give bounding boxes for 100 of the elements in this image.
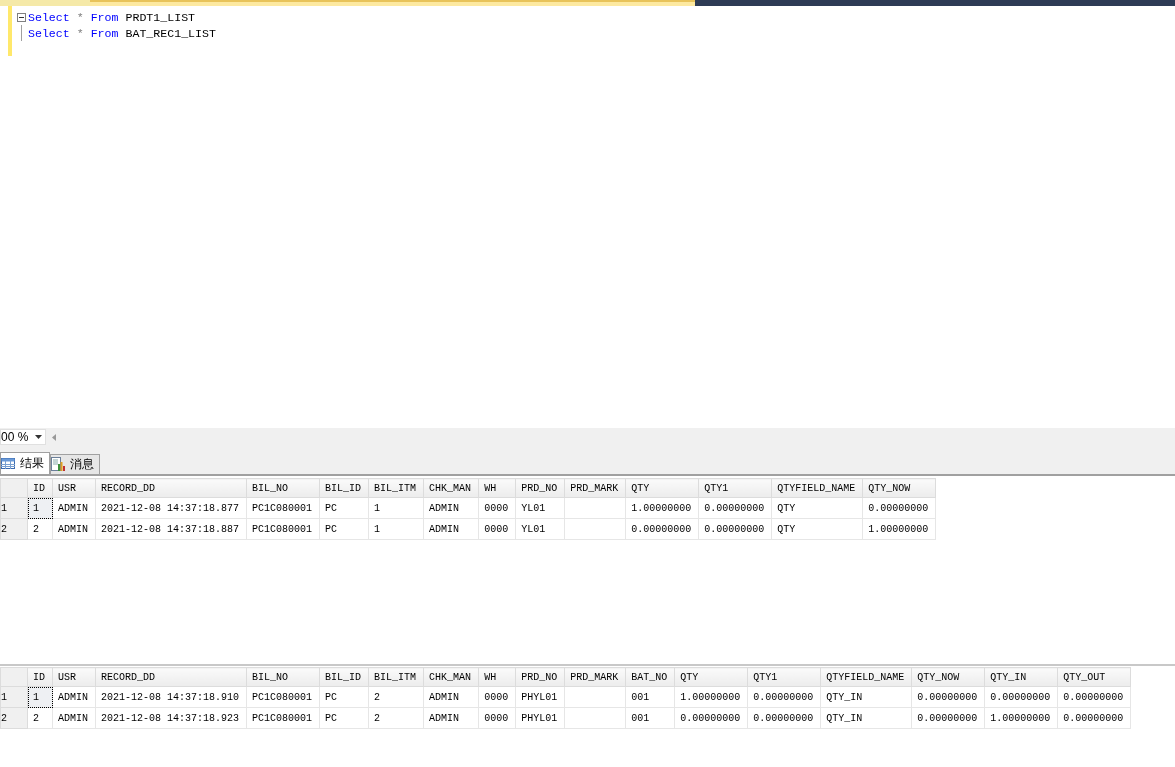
table-cell: 1.00000000 xyxy=(984,707,1058,729)
table-cell: QTY_IN xyxy=(820,707,912,729)
table-cell: QTY xyxy=(771,497,863,519)
column-header[interactable]: QTY_IN xyxy=(984,667,1058,687)
row-header[interactable]: 2 xyxy=(0,518,28,540)
table-cell: 0000 xyxy=(478,497,516,519)
column-header[interactable]: PRD_NO xyxy=(515,667,565,687)
column-header[interactable]: WH xyxy=(478,478,516,498)
table-cell: 0.00000000 xyxy=(674,707,748,729)
column-header[interactable]: PRD_MARK xyxy=(564,478,626,498)
column-header[interactable]: BAT_NO xyxy=(625,667,675,687)
table-cell: 0.00000000 xyxy=(862,497,936,519)
row-header[interactable]: 2 xyxy=(0,707,28,729)
column-header[interactable]: QTY1 xyxy=(747,667,821,687)
table-cell: QTY xyxy=(771,518,863,540)
results-tab[interactable]: 结果 xyxy=(0,452,50,474)
column-header[interactable]: QTY_OUT xyxy=(1057,667,1131,687)
table-cell: 2021-12-08 14:37:18.910 xyxy=(95,686,247,708)
zoom-dropdown[interactable]: 00 % xyxy=(0,429,46,445)
table-cell: 0.00000000 xyxy=(984,686,1058,708)
document-icon xyxy=(51,457,65,472)
table-cell: 2 xyxy=(368,686,424,708)
table-cell: 2021-12-08 14:37:18.923 xyxy=(95,707,247,729)
row-header[interactable]: 1 xyxy=(0,497,28,519)
table-cell: 2021-12-08 14:37:18.877 xyxy=(95,497,247,519)
column-header[interactable]: QTY1 xyxy=(698,478,772,498)
results-tab[interactable]: 消息 xyxy=(50,454,100,474)
table-cell: PC1C080001 xyxy=(246,686,320,708)
column-header[interactable]: QTYFIELD_NAME xyxy=(771,478,863,498)
column-header[interactable]: QTY_NOW xyxy=(862,478,936,498)
table-cell: 2021-12-08 14:37:18.887 xyxy=(95,518,247,540)
table-cell: 0000 xyxy=(478,707,516,729)
table-cell: 2 xyxy=(368,707,424,729)
table-cell: PC xyxy=(319,497,369,519)
code-line: Select * From PRDT1_LIST xyxy=(27,10,196,24)
table-cell: 0.00000000 xyxy=(698,518,772,540)
column-header[interactable]: QTY xyxy=(674,667,748,687)
table-cell: 0.00000000 xyxy=(1057,707,1131,729)
table-cell: ADMIN xyxy=(423,497,479,519)
column-header[interactable]: USR xyxy=(52,667,96,687)
table-cell: 0000 xyxy=(478,518,516,540)
table-cell: 0.00000000 xyxy=(625,518,699,540)
column-header[interactable]: QTY xyxy=(625,478,699,498)
table-cell: YL01 xyxy=(515,497,565,519)
table-cell: PHYL01 xyxy=(515,686,565,708)
row-header[interactable]: 1 xyxy=(0,686,28,708)
table-cell: 0.00000000 xyxy=(747,686,821,708)
table-cell: 0.00000000 xyxy=(698,497,772,519)
table-cell: 0.00000000 xyxy=(911,707,985,729)
table-cell: 2 xyxy=(27,518,53,540)
column-header[interactable]: BIL_ITM xyxy=(368,478,424,498)
table-cell: 1 xyxy=(368,497,424,519)
table-cell: PHYL01 xyxy=(515,707,565,729)
table-cell: QTY_IN xyxy=(820,686,912,708)
table-cell: YL01 xyxy=(515,518,565,540)
column-header[interactable]: QTYFIELD_NAME xyxy=(820,667,912,687)
table-cell: 1 xyxy=(368,518,424,540)
column-header[interactable]: WH xyxy=(478,667,516,687)
column-header[interactable]: BIL_NO xyxy=(246,478,320,498)
column-header[interactable]: USR xyxy=(52,478,96,498)
column-header[interactable]: ID xyxy=(27,478,53,498)
column-header[interactable]: CHK_MAN xyxy=(423,667,479,687)
table-cell: PC xyxy=(319,686,369,708)
table-cell: 2 xyxy=(27,707,53,729)
code-line: Select * From BAT_REC1_LIST xyxy=(27,26,216,40)
table-cell: 1.00000000 xyxy=(674,686,748,708)
grid-icon xyxy=(1,458,15,469)
table-cell: ADMIN xyxy=(52,686,96,708)
column-header[interactable]: PRD_NO xyxy=(515,478,565,498)
column-header[interactable]: ID xyxy=(27,667,53,687)
table-cell: ADMIN xyxy=(52,497,96,519)
column-header[interactable]: RECORD_DD xyxy=(95,667,247,687)
table-cell: 0.00000000 xyxy=(1057,686,1131,708)
collapse-icon[interactable] xyxy=(16,12,26,22)
caret-icon xyxy=(35,435,42,439)
table-cell: 1.00000000 xyxy=(862,518,936,540)
table-cell: ADMIN xyxy=(52,518,96,540)
column-header[interactable]: PRD_MARK xyxy=(564,667,626,687)
table-cell: 0000 xyxy=(478,686,516,708)
table-cell: 001 xyxy=(625,686,675,708)
table-cell: 0.00000000 xyxy=(747,707,821,729)
table-cell: 1.00000000 xyxy=(625,497,699,519)
column-header[interactable]: BIL_ID xyxy=(319,667,369,687)
column-header[interactable]: QTY_NOW xyxy=(911,667,985,687)
column-header[interactable]: CHK_MAN xyxy=(423,478,479,498)
table-cell: 001 xyxy=(625,707,675,729)
table-cell: ADMIN xyxy=(423,686,479,708)
table-cell: ADMIN xyxy=(423,707,479,729)
column-header[interactable]: RECORD_DD xyxy=(95,478,247,498)
table-cell: PC xyxy=(319,518,369,540)
table-cell: PC1C080001 xyxy=(246,497,320,519)
table-cell: 0.00000000 xyxy=(911,686,985,708)
table-cell: ADMIN xyxy=(52,707,96,729)
table-cell: PC1C080001 xyxy=(246,707,320,729)
column-header[interactable]: BIL_NO xyxy=(246,667,320,687)
column-header[interactable]: BIL_ITM xyxy=(368,667,424,687)
table-cell: PC xyxy=(319,707,369,729)
column-header[interactable]: BIL_ID xyxy=(319,478,369,498)
table-cell: ADMIN xyxy=(423,518,479,540)
table-cell: PC1C080001 xyxy=(246,518,320,540)
